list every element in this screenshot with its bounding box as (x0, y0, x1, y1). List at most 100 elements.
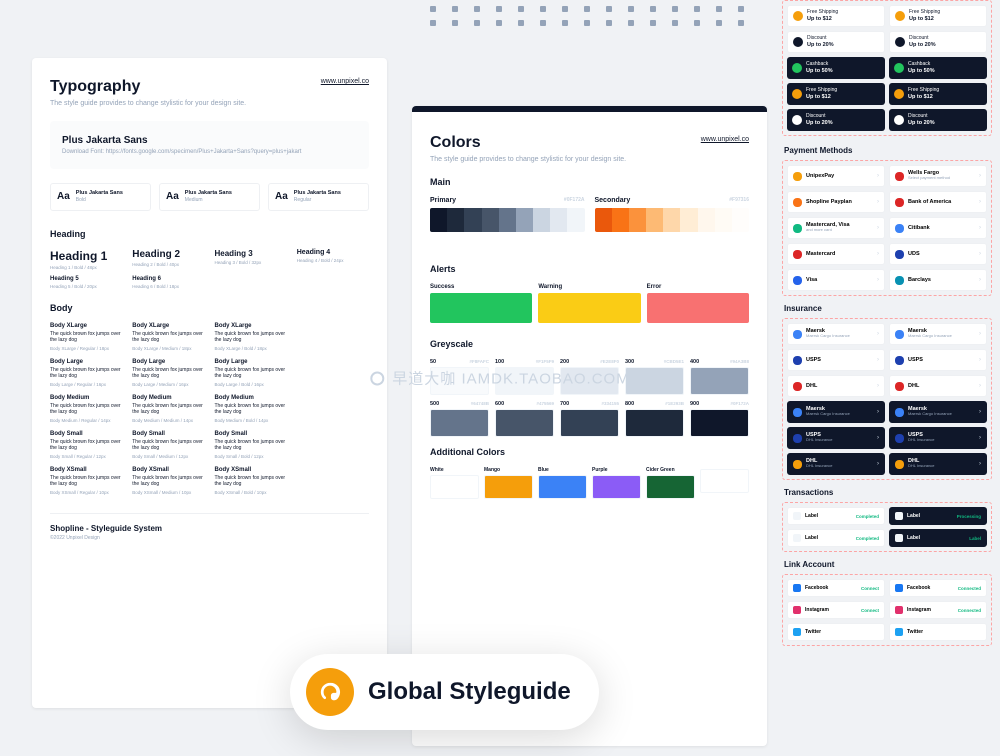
url-link[interactable]: www.unpixel.co (321, 78, 369, 85)
heading-sample: Heading 5Heading 5 / Bold / 20px (50, 276, 122, 289)
insurance-card[interactable]: MaerskMaersk Cargo Insurance› (787, 323, 885, 345)
insurance-title: Insurance (784, 304, 990, 313)
transaction-row[interactable]: LabelLabel (889, 529, 987, 547)
primary-swatch-row (430, 208, 585, 232)
alert-swatch: Warning (538, 284, 640, 323)
payment-card[interactable]: Shopline Payplan› (787, 191, 885, 213)
insurance-card[interactable]: USPSDHL Insurance› (787, 427, 885, 449)
promo-card[interactable]: DiscountUp to 20% (787, 109, 885, 131)
color-swatch (595, 208, 612, 232)
insurance-card[interactable]: DHLDHL Insurance› (889, 453, 987, 475)
typography-panel: www.unpixel.co Typography The style guid… (32, 58, 387, 708)
additional-swatch: Purple (592, 467, 641, 499)
color-swatch (516, 208, 533, 232)
url-link[interactable]: www.unpixel.co (701, 136, 749, 143)
insurance-card[interactable]: MaerskMaersk Cargo Insurance› (889, 323, 987, 345)
payment-card[interactable]: UnipexPay› (787, 165, 885, 187)
heading-sample: Heading 1Heading 1 / Bold / 48px (50, 249, 122, 270)
heading-sample: Heading 4Heading 4 / Bold / 24px (297, 249, 369, 270)
color-swatch (629, 208, 646, 232)
payment-card[interactable]: Mastercard› (787, 243, 885, 265)
body-section-title: Body (50, 303, 369, 313)
body-sample (297, 467, 369, 495)
transaction-row[interactable]: LabelCompleted (787, 507, 885, 525)
font-weight-chip: AaPlus Jakarta SansBold (50, 183, 151, 211)
global-styleguide-badge: Global Styleguide (290, 654, 599, 730)
body-sample: Body XLargeThe quick brown fox jumps ove… (50, 323, 122, 351)
color-swatch (612, 208, 629, 232)
grey-swatch: 600#475569 (495, 401, 554, 437)
link-account-row[interactable]: Twitter (889, 623, 987, 641)
color-swatch (499, 208, 516, 232)
transaction-row[interactable]: LabelCompleted (787, 529, 885, 547)
body-sample: Body SmallThe quick brown fox jumps over… (215, 431, 287, 459)
color-swatch (430, 208, 447, 232)
font-weight-chip: AaPlus Jakarta SansMedium (159, 183, 260, 211)
color-swatch (464, 208, 481, 232)
body-sample: Body XLargeThe quick brown fox jumps ove… (132, 323, 204, 351)
grey-swatch: 200#E2E8F0 (560, 359, 619, 395)
payment-card[interactable]: Bank of America› (889, 191, 987, 213)
body-sample: Body LargeThe quick brown fox jumps over… (50, 359, 122, 387)
color-swatch (447, 208, 464, 232)
link-account-row[interactable]: FacebookConnected (889, 579, 987, 597)
insurance-card[interactable]: DHL› (889, 375, 987, 397)
icon-grid-row (430, 20, 744, 26)
insurance-card[interactable]: USPSDHL Insurance› (889, 427, 987, 449)
alert-swatch: Success (430, 284, 532, 323)
colors-panel: www.unpixel.co Colors The style guide pr… (412, 106, 767, 746)
additional-swatch: Cider Green (646, 467, 695, 499)
heading-sample: Heading 2Heading 2 / Bold / 40px (132, 249, 204, 270)
footer-title: Shopline - Styleguide System (50, 513, 369, 533)
promo-card[interactable]: CashbackUp to 50% (787, 57, 885, 79)
promo-card[interactable]: DiscountUp to 20% (889, 31, 987, 53)
insurance-card[interactable]: MaerskMaersk Cargo Insurance› (787, 401, 885, 423)
promo-card[interactable]: Free ShippingUp to $12 (889, 5, 987, 27)
color-swatch (715, 208, 732, 232)
payment-card[interactable]: Visa› (787, 269, 885, 291)
payment-card[interactable]: Citibank› (889, 217, 987, 239)
color-swatch (533, 208, 550, 232)
grey-swatch: 50#F8FAFC (430, 359, 489, 395)
insurance-card[interactable]: DHLDHL Insurance› (787, 453, 885, 475)
link-account-row[interactable]: InstagramConnect (787, 601, 885, 619)
promo-card[interactable]: Free ShippingUp to $12 (889, 83, 987, 105)
payment-card[interactable]: Wells FargoSelect payment method› (889, 165, 987, 187)
promo-card[interactable]: Free ShippingUp to $12 (787, 83, 885, 105)
insurance-card[interactable]: MaerskMaersk Cargo Insurance› (889, 401, 987, 423)
body-sample: Body LargeThe quick brown fox jumps over… (132, 359, 204, 387)
link-account-row[interactable]: InstagramConnected (889, 601, 987, 619)
insurance-card[interactable]: USPS› (787, 349, 885, 371)
color-swatch (550, 208, 567, 232)
promo-card[interactable]: Free ShippingUp to $12 (787, 5, 885, 27)
grey-swatch: 100#F1F5F9 (495, 359, 554, 395)
grey-swatch: 300#CBD5E1 (625, 359, 684, 395)
promo-card[interactable]: DiscountUp to 20% (889, 109, 987, 131)
promo-card[interactable]: DiscountUp to 20% (787, 31, 885, 53)
panel-accent-bar (412, 106, 767, 112)
font-download-link[interactable]: Download Font: https://fonts.google.com/… (62, 149, 357, 155)
payment-card[interactable]: UDS› (889, 243, 987, 265)
panel-subtitle: The style guide provides to change styli… (430, 156, 749, 163)
alerts-section-title: Alerts (430, 264, 749, 274)
additional-swatch: Mango (484, 467, 533, 499)
font-weight-chip: AaPlus Jakarta SansRegular (268, 183, 369, 211)
primary-label: Primary#0F172A (430, 197, 585, 204)
color-swatch (680, 208, 697, 232)
additional-swatch: Blue (538, 467, 587, 499)
color-swatch (663, 208, 680, 232)
components-sidebar: Free ShippingUp to $12Free ShippingUp to… (782, 0, 992, 756)
promo-card[interactable]: CashbackUp to 50% (889, 57, 987, 79)
font-card: Plus Jakarta Sans Download Font: https:/… (50, 121, 369, 169)
main-section-title: Main (430, 177, 749, 187)
payment-card[interactable]: Barclays› (889, 269, 987, 291)
link-account-row[interactable]: FacebookConnect (787, 579, 885, 597)
transaction-row[interactable]: LabelProcessing (889, 507, 987, 525)
insurance-card[interactable]: DHL› (787, 375, 885, 397)
body-sample (297, 359, 369, 387)
body-sample (297, 431, 369, 459)
insurance-card[interactable]: USPS› (889, 349, 987, 371)
payment-card[interactable]: Mastercard, Visaand more card› (787, 217, 885, 239)
link-account-row[interactable]: Twitter (787, 623, 885, 641)
link-account-title: Link Account (784, 560, 990, 569)
